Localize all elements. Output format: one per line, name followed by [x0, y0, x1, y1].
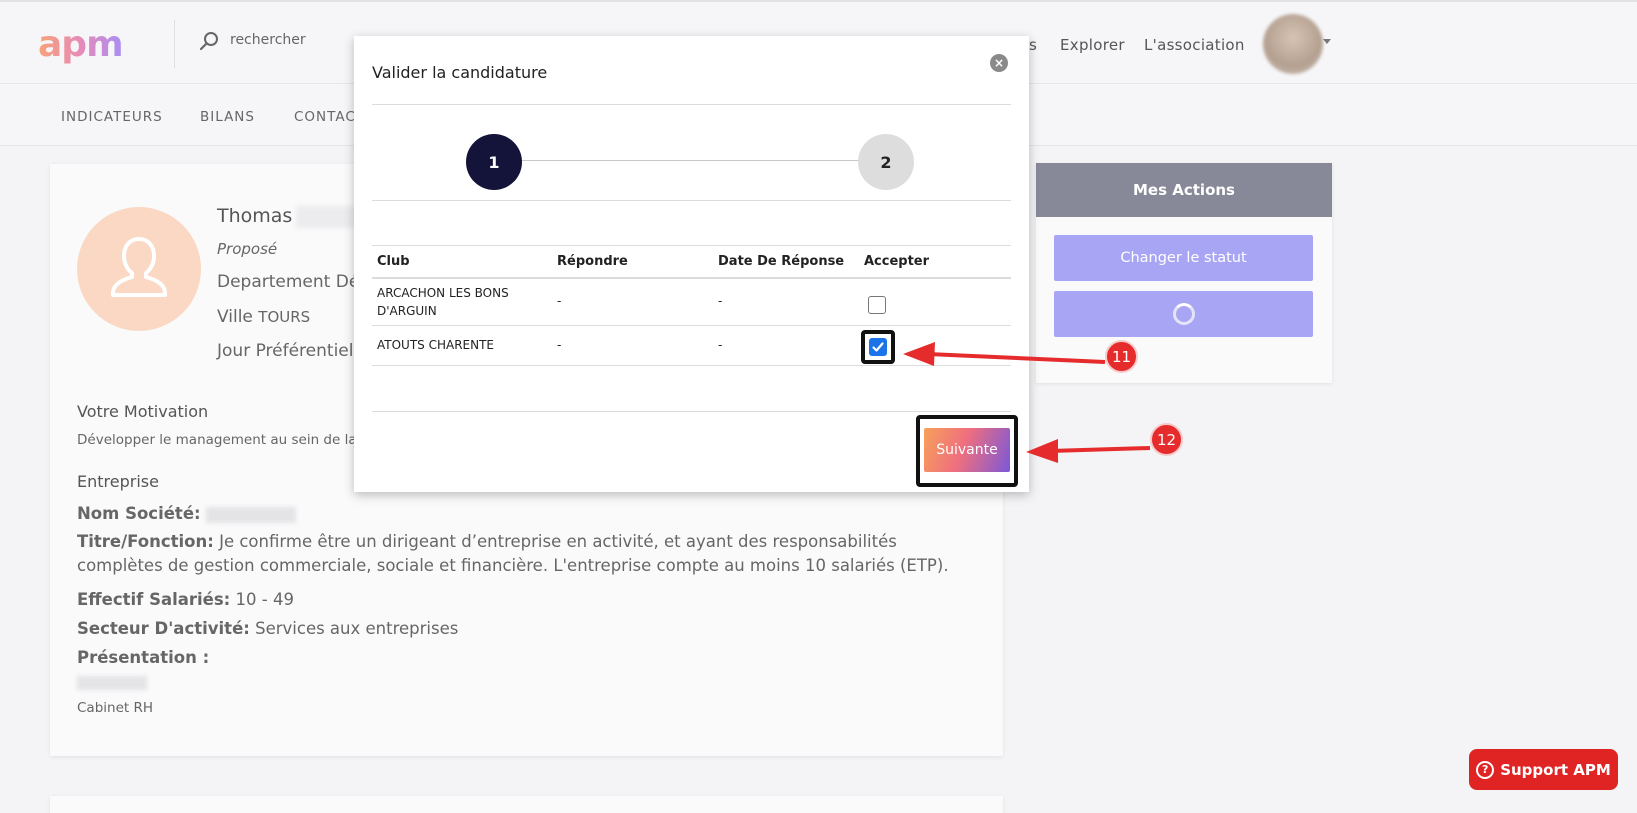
annotation-badge-12: 12: [1150, 423, 1183, 456]
support-label: Support APM: [1500, 760, 1611, 779]
arrow-12-shaft: [1049, 446, 1151, 453]
arrow-11-head: [903, 342, 935, 366]
annotation-badge-11: 11: [1105, 340, 1138, 373]
support-button[interactable]: ? Support APM: [1469, 749, 1618, 790]
help-icon: ?: [1476, 760, 1495, 779]
arrow-11-shaft: [927, 352, 1106, 364]
annotation-layer: [903, 342, 1151, 463]
arrow-12-head: [1026, 439, 1058, 463]
